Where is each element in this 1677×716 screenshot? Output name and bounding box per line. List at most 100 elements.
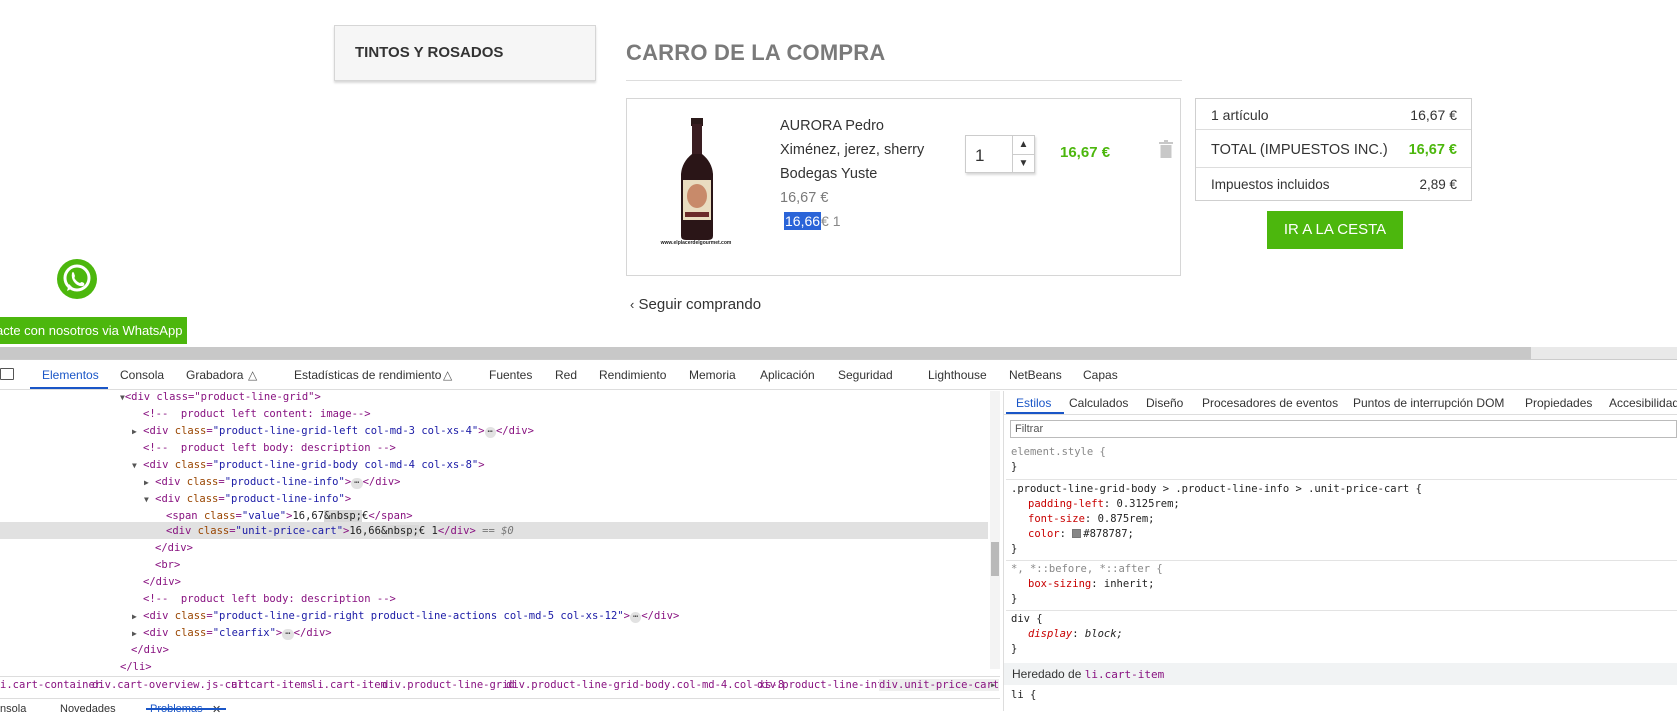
dom-line[interactable]: ▶ <div class="product-line-grid-right pr…: [132, 608, 679, 625]
dom-line[interactable]: </div>: [131, 642, 169, 659]
quantity-stepper[interactable]: 1 ▲ ▼: [965, 135, 1035, 173]
dom-line[interactable]: <br>: [155, 557, 180, 574]
tab-rendimiento[interactable]: Rendimiento: [599, 368, 666, 382]
whatsapp-button-label: acte con nosotros via WhatsApp: [0, 323, 183, 338]
whatsapp-button[interactable]: acte con nosotros via WhatsApp: [0, 317, 187, 344]
style-declaration[interactable]: box-sizing: inherit;: [1028, 577, 1154, 592]
cart-summary: 1 artículo 16,67 € TOTAL (IMPUESTOS INC.…: [1195, 98, 1472, 201]
product-image[interactable]: [672, 118, 722, 240]
chevron-left-icon: ‹: [630, 297, 635, 312]
color-swatch[interactable]: [1072, 529, 1082, 538]
product-name-line[interactable]: Bodegas Yuste: [780, 166, 877, 182]
dom-line[interactable]: </div>: [155, 540, 193, 557]
tab-calculados[interactable]: Calculados: [1069, 396, 1128, 410]
product-image-caption: www.elplacerdelgourmet.com: [660, 240, 732, 246]
dom-scrollbar[interactable]: [990, 391, 1000, 669]
quantity-value[interactable]: 1: [975, 146, 984, 166]
dom-comment[interactable]: <!-- product left body: description -->: [143, 440, 396, 457]
drawer-tab-novedades[interactable]: Novedades: [60, 703, 116, 715]
tab-accesibilidad[interactable]: Accesibilidad: [1609, 396, 1677, 410]
product-name-line[interactable]: AURORA Pedro: [780, 118, 884, 134]
continue-shopping-link[interactable]: ‹ Seguir comprando: [630, 296, 761, 313]
cart-title: CARRO DE LA COMPRA: [626, 40, 886, 65]
active-tab-indicator: [30, 387, 108, 389]
tab-puntos-interrupcion[interactable]: Puntos de interrupción DOM: [1353, 396, 1504, 410]
dom-line[interactable]: ▼ <div class="product-line-info">: [144, 491, 351, 508]
checkout-button[interactable]: IR A LA CESTA: [1267, 211, 1403, 249]
whatsapp-icon[interactable]: [56, 258, 98, 300]
breadcrumb-item[interactable]: ul.cart-items: [231, 679, 313, 691]
product-name-line[interactable]: Ximénez, jerez, sherry: [780, 142, 924, 158]
style-rule-selector[interactable]: element.style {: [1011, 445, 1106, 460]
breadcrumb-item[interactable]: div.product-line-info: [757, 679, 890, 691]
category-title[interactable]: TINTOS Y ROSADOS: [355, 44, 503, 61]
style-rule-close: }: [1011, 593, 1018, 605]
tab-procesadores[interactable]: Procesadores de eventos: [1202, 396, 1338, 410]
dom-line-selected[interactable]: <div class="unit-price-cart">16,66&nbsp;…: [166, 523, 514, 540]
tab-elementos[interactable]: Elementos: [42, 368, 99, 382]
ellipsis-icon: ⋯: [351, 478, 363, 489]
divider: [1006, 610, 1677, 611]
unit-price-cart: 16,66€ 1: [784, 212, 841, 230]
summary-row-total: TOTAL (IMPUESTOS INC.) 16,67 €: [1196, 130, 1471, 168]
tab-capas[interactable]: Capas: [1083, 368, 1118, 382]
flask-icon: △: [443, 368, 453, 382]
summary-taxes-value: 2,89 €: [1419, 177, 1457, 192]
style-rule-selector[interactable]: li {: [1011, 688, 1036, 703]
dom-line[interactable]: ▶ <div class="product-line-info"> ⋯ </div>: [144, 474, 401, 491]
ellipsis-icon: ⋯: [282, 629, 294, 640]
tab-grabadora[interactable]: Grabadora: [186, 368, 243, 382]
dom-line[interactable]: </li>: [120, 659, 152, 676]
dom-comment[interactable]: <!-- product left content: image-->: [143, 406, 371, 423]
tab-estadisticas[interactable]: Estadísticas de rendimiento: [294, 368, 441, 382]
product-price: 16,67 €: [780, 190, 829, 206]
style-rule-selector[interactable]: *, *::before, *::after {: [1011, 562, 1163, 577]
breadcrumb-item[interactable]: li.cart-item: [311, 679, 387, 691]
breadcrumb-item[interactable]: div.product-line-grid-body.col-md-4.col-…: [506, 679, 784, 691]
tab-seguridad[interactable]: Seguridad: [838, 368, 893, 382]
tab-estilos[interactable]: Estilos: [1016, 396, 1051, 410]
summary-row-items: 1 artículo 16,67 €: [1196, 99, 1471, 130]
breadcrumb-item[interactable]: div.product-line-grid: [382, 679, 515, 691]
style-declaration[interactable]: padding-left: 0.3125rem;: [1028, 497, 1180, 512]
style-rule-selector[interactable]: div {: [1011, 612, 1043, 627]
style-declaration[interactable]: font-size: 0.875rem;: [1028, 512, 1154, 527]
summary-row-taxes: Impuestos incluidos 2,89 €: [1196, 168, 1471, 201]
summary-total-label: TOTAL (IMPUESTOS INC.): [1211, 142, 1388, 158]
style-rule-selector[interactable]: .product-line-grid-body > .product-line-…: [1011, 482, 1422, 497]
page-scroll-thumb[interactable]: [0, 347, 1531, 359]
summary-items-value: 16,67 €: [1410, 107, 1457, 123]
chevron-up-icon[interactable]: ▲: [1012, 136, 1034, 155]
category-box[interactable]: TINTOS Y ROSADOS: [334, 25, 596, 81]
tab-propiedades[interactable]: Propiedades: [1525, 396, 1592, 410]
dom-line[interactable]: ▼<div class="product-line-grid">: [120, 391, 321, 406]
tab-netbeans[interactable]: NetBeans: [1009, 368, 1062, 382]
dom-line[interactable]: </div>: [143, 574, 181, 591]
dom-comment[interactable]: <!-- product left body: description -->: [143, 591, 396, 608]
line-total: 16,67 €: [1060, 144, 1111, 161]
chevron-right-icon[interactable]: ▸: [990, 679, 996, 691]
filter-input[interactable]: Filtrar: [1010, 420, 1677, 438]
breadcrumb-item[interactable]: div.unit-price-cart: [879, 679, 1000, 691]
tab-red[interactable]: Red: [555, 368, 577, 382]
tab-lighthouse[interactable]: Lighthouse: [928, 368, 987, 382]
style-declaration[interactable]: display: block;: [1028, 627, 1123, 642]
style-declaration[interactable]: color: #878787;: [1028, 527, 1134, 542]
inherited-label: Heredado de li.cart-item: [1012, 667, 1165, 681]
trash-icon[interactable]: [1159, 140, 1173, 158]
breadcrumb-item[interactable]: i.cart-container: [0, 679, 101, 691]
breadcrumb-item[interactable]: div.cart-overview.js-cart: [92, 679, 250, 691]
dom-tree[interactable]: ▼<div class="product-line-grid"> <!-- pr…: [0, 391, 990, 681]
tab-fuentes[interactable]: Fuentes: [489, 368, 532, 382]
tab-aplicacion[interactable]: Aplicación: [760, 368, 815, 382]
device-toolbar-icon[interactable]: [0, 368, 14, 380]
dom-line[interactable]: ▶ <div class="product-line-grid-left col…: [132, 423, 534, 440]
dom-line[interactable]: ▼ <div class="product-line-grid-body col…: [132, 457, 485, 474]
chevron-down-icon[interactable]: ▼: [1012, 155, 1034, 173]
tab-memoria[interactable]: Memoria: [689, 368, 736, 382]
drawer-tab-consola[interactable]: Consola: [0, 703, 26, 715]
dom-line[interactable]: ▶ <div class="clearfix"> ⋯ </div>: [132, 625, 332, 642]
tab-consola[interactable]: Consola: [120, 368, 164, 382]
dom-scroll-thumb[interactable]: [991, 542, 999, 576]
tab-diseno[interactable]: Diseño: [1146, 396, 1183, 410]
